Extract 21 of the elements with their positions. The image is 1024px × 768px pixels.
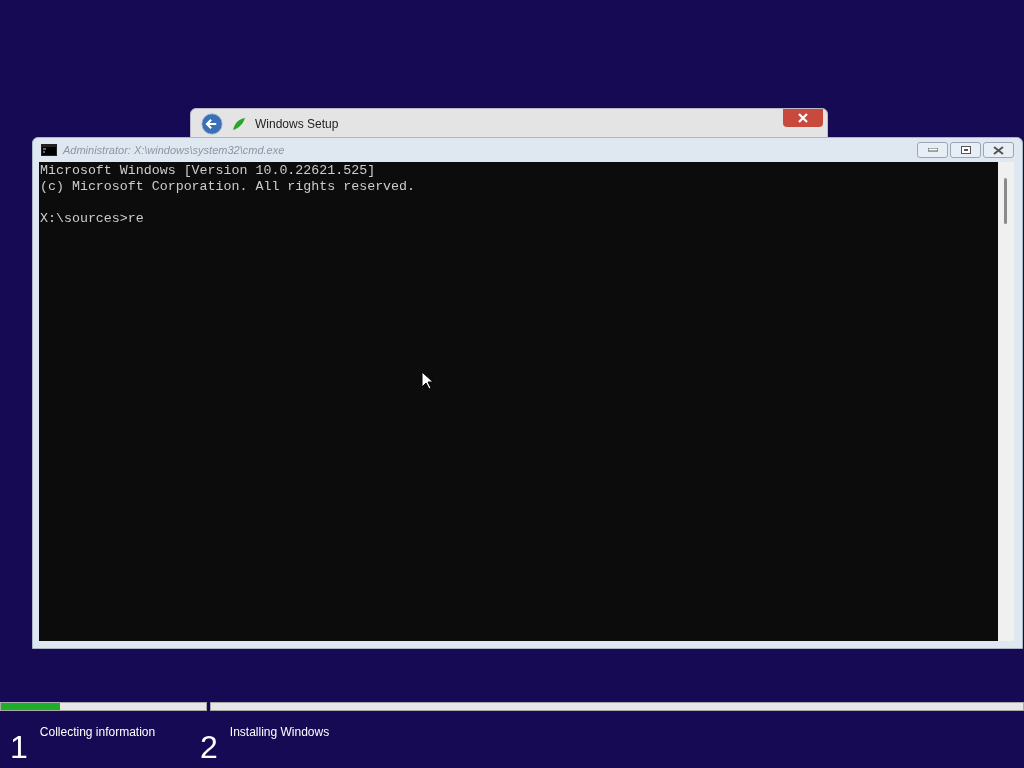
console-line: X:\sources>re [39, 211, 144, 227]
close-button[interactable] [983, 142, 1014, 158]
console-icon [41, 144, 57, 156]
close-icon [993, 145, 1004, 155]
step-label: Installing Windows [229, 724, 330, 741]
window-title: Administrator: X:\windows\system32\cmd.exe [63, 142, 285, 158]
close-button[interactable] [783, 109, 823, 127]
maximize-icon [960, 146, 971, 154]
console-line: Microsoft Windows [Version 10.0.22621.525] [39, 163, 376, 179]
setup-icon [231, 116, 247, 132]
window-title: Windows Setup [255, 116, 339, 133]
step-label: Collecting information [39, 724, 156, 741]
minimize-icon [927, 148, 938, 152]
mouse-pointer-icon [421, 371, 433, 390]
close-icon [797, 113, 809, 123]
step-number: 2 [200, 729, 218, 765]
console-area[interactable]: Microsoft Windows [Version 10.0.22621.525] (c) Microsoft Corporation. All rights reserved. X:\sources>re [39, 162, 998, 641]
step-number: 1 [10, 729, 28, 765]
scrollbar-thumb[interactable] [1004, 178, 1007, 224]
console-line: (c) Microsoft Corporation. All rights reserved. [39, 179, 416, 195]
maximize-button[interactable] [950, 142, 981, 158]
